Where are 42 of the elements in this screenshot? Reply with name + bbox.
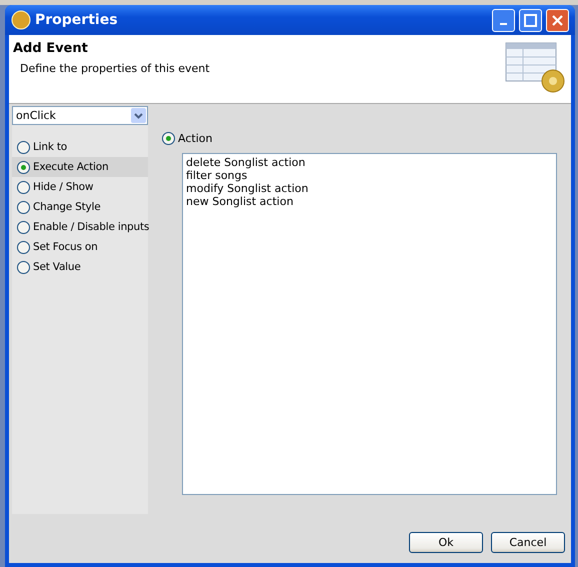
- event-dropdown[interactable]: onClick: [12, 106, 148, 125]
- radio-button[interactable]: [17, 160, 30, 174]
- behavior-option[interactable]: Hide / Show: [12, 177, 148, 197]
- option-label: Set Focus on: [33, 241, 98, 253]
- window-title: Properties: [35, 12, 119, 28]
- action-list[interactable]: delete Songlist action filter songs modify Songlist action new Songlist action: [182, 153, 557, 495]
- list-item[interactable]: new Songlist action: [186, 195, 553, 208]
- radio-button[interactable]: [17, 220, 30, 234]
- cancel-button[interactable]: Cancel: [491, 532, 565, 553]
- list-item[interactable]: delete Songlist action: [186, 156, 553, 169]
- option-label: Enable / Disable inputs: [33, 221, 150, 233]
- behavior-option[interactable]: Set Focus on: [12, 237, 148, 257]
- radio-button[interactable]: [17, 140, 30, 154]
- maximize-icon: [524, 14, 537, 26]
- chevron-down-icon: [134, 112, 143, 118]
- radio-button[interactable]: [17, 260, 30, 274]
- minimize-button[interactable]: [492, 8, 515, 32]
- option-label: Action: [178, 132, 212, 145]
- behavior-option[interactable]: Set Value: [12, 257, 148, 277]
- option-label: Change Style: [33, 201, 101, 213]
- radio-button[interactable]: [17, 200, 30, 214]
- list-item[interactable]: filter songs: [186, 169, 553, 182]
- behavior-option[interactable]: Change Style: [12, 197, 148, 217]
- option-label: Set Value: [33, 261, 81, 273]
- behavior-option[interactable]: Enable / Disable inputs: [12, 217, 148, 237]
- radio-button[interactable]: [17, 240, 30, 254]
- header-description: Define the properties of this event: [20, 62, 211, 75]
- list-item[interactable]: modify Songlist action: [186, 182, 553, 195]
- ok-button[interactable]: Ok: [409, 532, 483, 553]
- header-title: Add Event: [13, 41, 89, 56]
- close-icon: [551, 14, 564, 26]
- option-label: Link to: [33, 141, 67, 153]
- app-logo-icon: [11, 10, 31, 30]
- maximize-button[interactable]: [519, 8, 542, 32]
- option-label: Execute Action: [33, 161, 108, 173]
- behavior-option[interactable]: Link to: [12, 137, 148, 157]
- close-button[interactable]: [546, 8, 569, 32]
- minimize-icon: [500, 23, 507, 25]
- behavior-option[interactable]: Execute Action: [12, 157, 148, 177]
- radio-button[interactable]: [17, 180, 30, 194]
- option-label: Hide / Show: [33, 181, 94, 193]
- radio-button[interactable]: [162, 132, 175, 145]
